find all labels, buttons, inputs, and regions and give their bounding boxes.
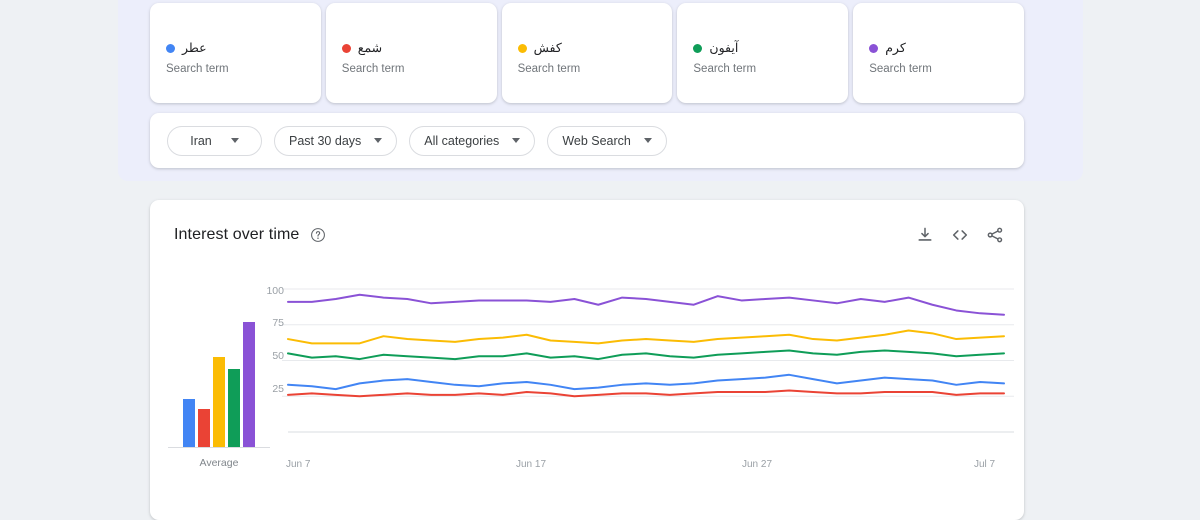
search-term-label: شمع: [357, 41, 383, 55]
x-axis-tick: Jun 17: [516, 459, 547, 470]
average-bar-chart: Average: [164, 278, 274, 478]
interest-over-time-header: Interest over time: [174, 222, 1004, 248]
chevron-down-icon: [512, 138, 521, 143]
average-bar[interactable]: [228, 368, 240, 447]
search-term-label: کرم: [885, 41, 906, 55]
time-range-filter[interactable]: Past 30 days: [274, 125, 398, 156]
search-type-filter[interactable]: Web Search: [547, 125, 667, 156]
help-circle-icon[interactable]: [310, 227, 326, 243]
average-bar[interactable]: [243, 322, 255, 447]
share-icon[interactable]: [986, 226, 1004, 244]
line-chart: 100 75 50 25 Jun 7 Jun 17 Jun 27 Jul 7: [266, 278, 1014, 478]
x-axis-tick: Jun 7: [286, 459, 311, 470]
search-term-type: Search term: [341, 63, 405, 75]
red-dot-icon: [341, 43, 351, 53]
series-line[interactable]: [287, 389, 1005, 398]
average-bar[interactable]: [198, 409, 210, 447]
page-title: Interest over time: [174, 226, 300, 243]
series-line[interactable]: [287, 373, 1005, 391]
search-term-label: عطر: [182, 41, 207, 55]
search-type-filter-label: Web Search: [562, 133, 631, 148]
search-term-heading: شمع: [341, 41, 497, 55]
series-lines: [287, 293, 1005, 398]
average-bars: [183, 307, 255, 447]
x-axis-tick: Jul 7: [974, 459, 996, 470]
search-term-type: Search term: [517, 63, 581, 75]
search-term-label: کفش: [533, 41, 562, 55]
purple-dot-icon: [869, 43, 879, 53]
time-range-filter-label: Past 30 days: [289, 133, 362, 148]
search-term-card[interactable]: کفش Search term: [501, 3, 673, 103]
series-line[interactable]: [287, 329, 1005, 345]
search-term-card[interactable]: شمع Search term: [325, 3, 497, 103]
chevron-down-icon: [374, 138, 383, 143]
chart-area: Average 100 75 50 25 Jun 7 Jun 17 Jun 27…: [150, 278, 1024, 478]
search-term-type: Search term: [693, 63, 757, 75]
interest-over-time-card: Interest over time Average 100 75 50 25 …: [150, 200, 1024, 520]
search-term-card[interactable]: عطر Search term: [150, 3, 321, 103]
average-bar[interactable]: [213, 357, 225, 447]
chart-actions: [916, 226, 1004, 244]
average-label: Average: [199, 457, 239, 469]
chevron-down-icon: [230, 138, 239, 143]
yellow-dot-icon: [517, 43, 527, 53]
filter-bar: Iran Past 30 days All categories Web Sea…: [150, 113, 1024, 168]
search-term-heading: آیفون: [693, 41, 848, 55]
download-icon[interactable]: [916, 226, 934, 244]
search-terms-row: عطر Search term شمع Search term کفش Sear…: [150, 3, 1024, 103]
search-term-type: Search term: [869, 63, 932, 75]
x-axis-tick: Jun 27: [742, 459, 773, 470]
y-axis-tick: 75: [272, 317, 284, 329]
chevron-down-icon: [643, 138, 652, 143]
search-term-label: آیفون: [709, 41, 739, 55]
location-filter[interactable]: Iran: [167, 125, 262, 156]
average-bar[interactable]: [183, 399, 195, 447]
blue-dot-icon: [166, 43, 175, 53]
series-line[interactable]: [287, 293, 1005, 316]
line-chart-svg: [282, 288, 1014, 433]
category-filter[interactable]: All categories: [409, 125, 536, 156]
average-baseline: [168, 447, 270, 448]
y-axis-tick: 50: [272, 350, 284, 362]
y-axis-tick: 100: [266, 285, 284, 297]
category-filter-label: All categories: [424, 133, 500, 148]
series-line[interactable]: [287, 349, 1005, 361]
search-term-card[interactable]: کرم Search term: [853, 3, 1024, 103]
search-term-type: Search term: [166, 63, 229, 75]
code-brackets-icon[interactable]: [951, 226, 969, 244]
search-term-card[interactable]: آیفون Search term: [677, 3, 849, 103]
green-dot-icon: [693, 43, 703, 53]
search-term-heading: عطر: [166, 41, 321, 55]
search-term-heading: کفش: [517, 41, 673, 55]
location-filter-label: Iran: [190, 133, 212, 148]
y-axis-tick: 25: [272, 383, 284, 395]
search-term-heading: کرم: [869, 41, 1024, 55]
